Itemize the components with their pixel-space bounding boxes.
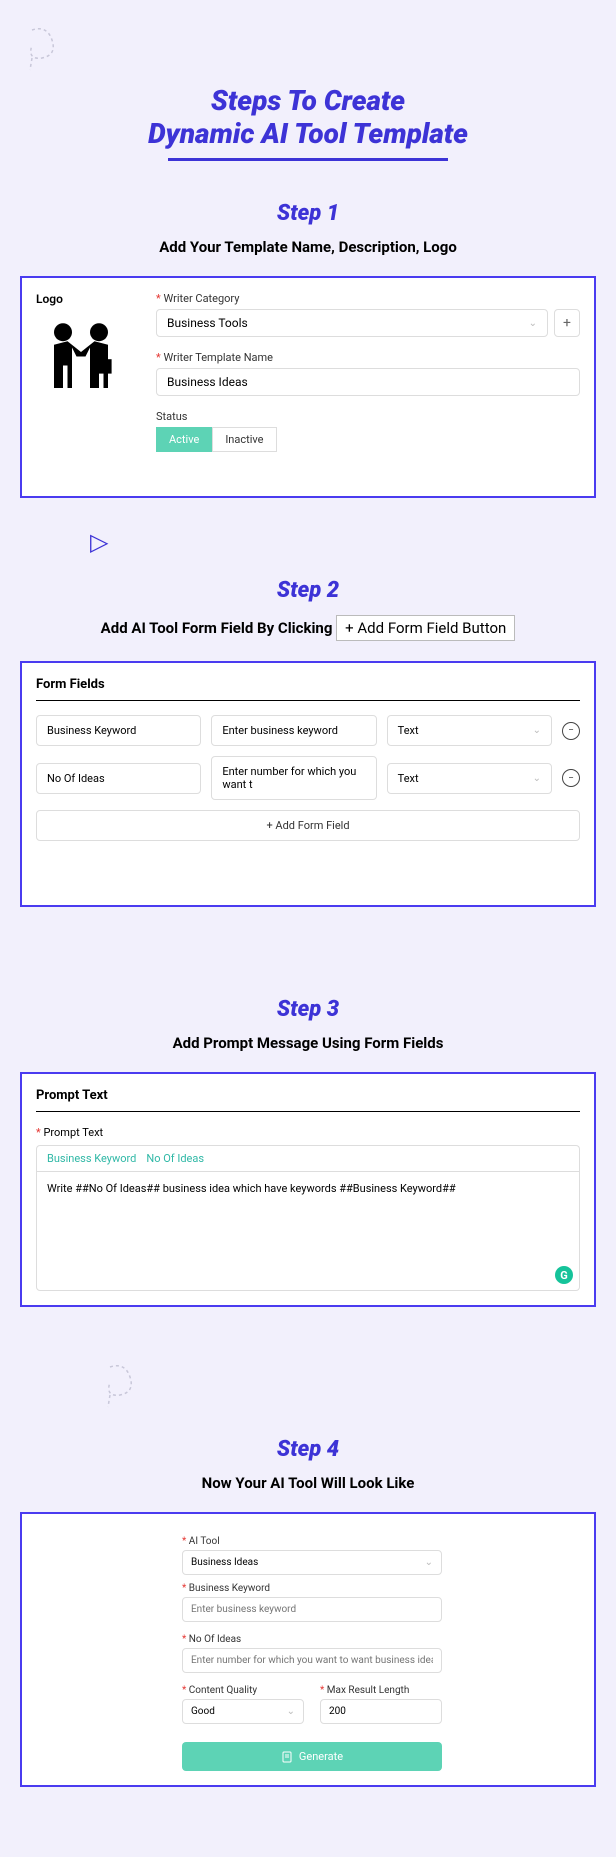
step1-label: Step 1	[0, 201, 616, 226]
field-placeholder-input[interactable]: Enter number for which you want t	[211, 756, 376, 800]
no-of-ideas-input[interactable]	[182, 1648, 442, 1673]
step2-label: Step 2	[0, 578, 616, 603]
ai-tool-label: * AI Tool	[182, 1536, 580, 1547]
chevron-down-icon: ⌄	[287, 1706, 295, 1717]
chevron-down-icon: ⌄	[533, 725, 541, 736]
status-label: Status	[156, 410, 580, 423]
form-field-row: Business Keyword Enter business keyword …	[36, 715, 580, 746]
max-result-length-label: * Max Result Length	[320, 1685, 442, 1696]
step2-panel: Form Fields Business Keyword Enter busin…	[20, 661, 596, 907]
step1-desc: Add Your Template Name, Description, Log…	[0, 238, 616, 256]
content-quality-label: * Content Quality	[182, 1685, 304, 1696]
add-form-field-inline: + Add Form Field Button	[336, 615, 515, 641]
prompt-tags: Business Keyword No Of Ideas	[36, 1145, 580, 1171]
generate-icon	[281, 1751, 293, 1763]
generate-button[interactable]: Generate	[182, 1742, 442, 1771]
play-arrow-icon: ▷	[90, 528, 616, 556]
category-select[interactable]: Business Tools ⌄	[156, 309, 548, 337]
field-type-select[interactable]: Text⌄	[387, 715, 552, 746]
decorative-squiggle-icon	[90, 1357, 150, 1417]
step4-label: Step 4	[0, 1437, 616, 1462]
add-form-field-button[interactable]: + Add Form Field	[36, 810, 580, 841]
max-result-length-input[interactable]	[320, 1699, 442, 1724]
status-inactive-button[interactable]: Inactive	[212, 427, 276, 452]
add-category-button[interactable]: +	[554, 309, 580, 337]
remove-field-button[interactable]: −	[562, 769, 580, 787]
grammarly-icon: G	[555, 1266, 573, 1284]
template-name-input[interactable]	[156, 368, 580, 396]
prompt-textarea[interactable]: Write ##No Of Ideas## business idea whic…	[36, 1171, 580, 1291]
step4-panel: * AI Tool Business Ideas⌄ * Business Key…	[20, 1512, 596, 1787]
chevron-down-icon: ⌄	[533, 773, 541, 784]
decorative-squiggle-icon	[12, 20, 72, 80]
logo-label: Logo	[36, 292, 136, 306]
tag-no-of-ideas[interactable]: No Of Ideas	[146, 1152, 204, 1165]
content-quality-select[interactable]: Good⌄	[182, 1699, 304, 1724]
field-name-input[interactable]: No Of Ideas	[36, 763, 201, 794]
form-field-row: No Of Ideas Enter number for which you w…	[36, 756, 580, 800]
step3-panel: Prompt Text * Prompt Text Business Keywo…	[20, 1072, 596, 1307]
field-name-input[interactable]: Business Keyword	[36, 715, 201, 746]
remove-field-button[interactable]: −	[562, 722, 580, 740]
form-fields-header: Form Fields	[36, 677, 580, 701]
step4-desc: Now Your AI Tool Will Look Like	[0, 1474, 616, 1492]
prompt-text-header: Prompt Text	[36, 1088, 580, 1112]
tag-business-keyword[interactable]: Business Keyword	[47, 1152, 136, 1165]
page-title: Steps To Create Dynamic AI Tool Template	[0, 64, 616, 150]
business-keyword-label: * Business Keyword	[182, 1583, 580, 1594]
handshake-icon	[36, 316, 126, 406]
category-label: * Writer Category	[156, 292, 580, 305]
template-name-label: * Writer Template Name	[156, 351, 580, 364]
field-placeholder-input[interactable]: Enter business keyword	[211, 715, 376, 746]
field-type-select[interactable]: Text⌄	[387, 763, 552, 794]
status-active-button[interactable]: Active	[156, 427, 212, 452]
prompt-text-label: * Prompt Text	[36, 1126, 580, 1139]
chevron-down-icon: ⌄	[425, 1557, 433, 1568]
step1-panel: Logo * Writer Category Business Tools ⌄ …	[20, 276, 596, 498]
ai-tool-select[interactable]: Business Ideas⌄	[182, 1550, 442, 1575]
chevron-down-icon: ⌄	[529, 318, 537, 329]
business-keyword-input[interactable]	[182, 1597, 442, 1622]
title-underline	[168, 158, 448, 161]
step3-desc: Add Prompt Message Using Form Fields	[0, 1034, 616, 1052]
step2-desc: Add AI Tool Form Field By Clicking + Add…	[0, 615, 616, 641]
step3-label: Step 3	[0, 997, 616, 1022]
no-of-ideas-label: * No Of Ideas	[182, 1634, 580, 1645]
